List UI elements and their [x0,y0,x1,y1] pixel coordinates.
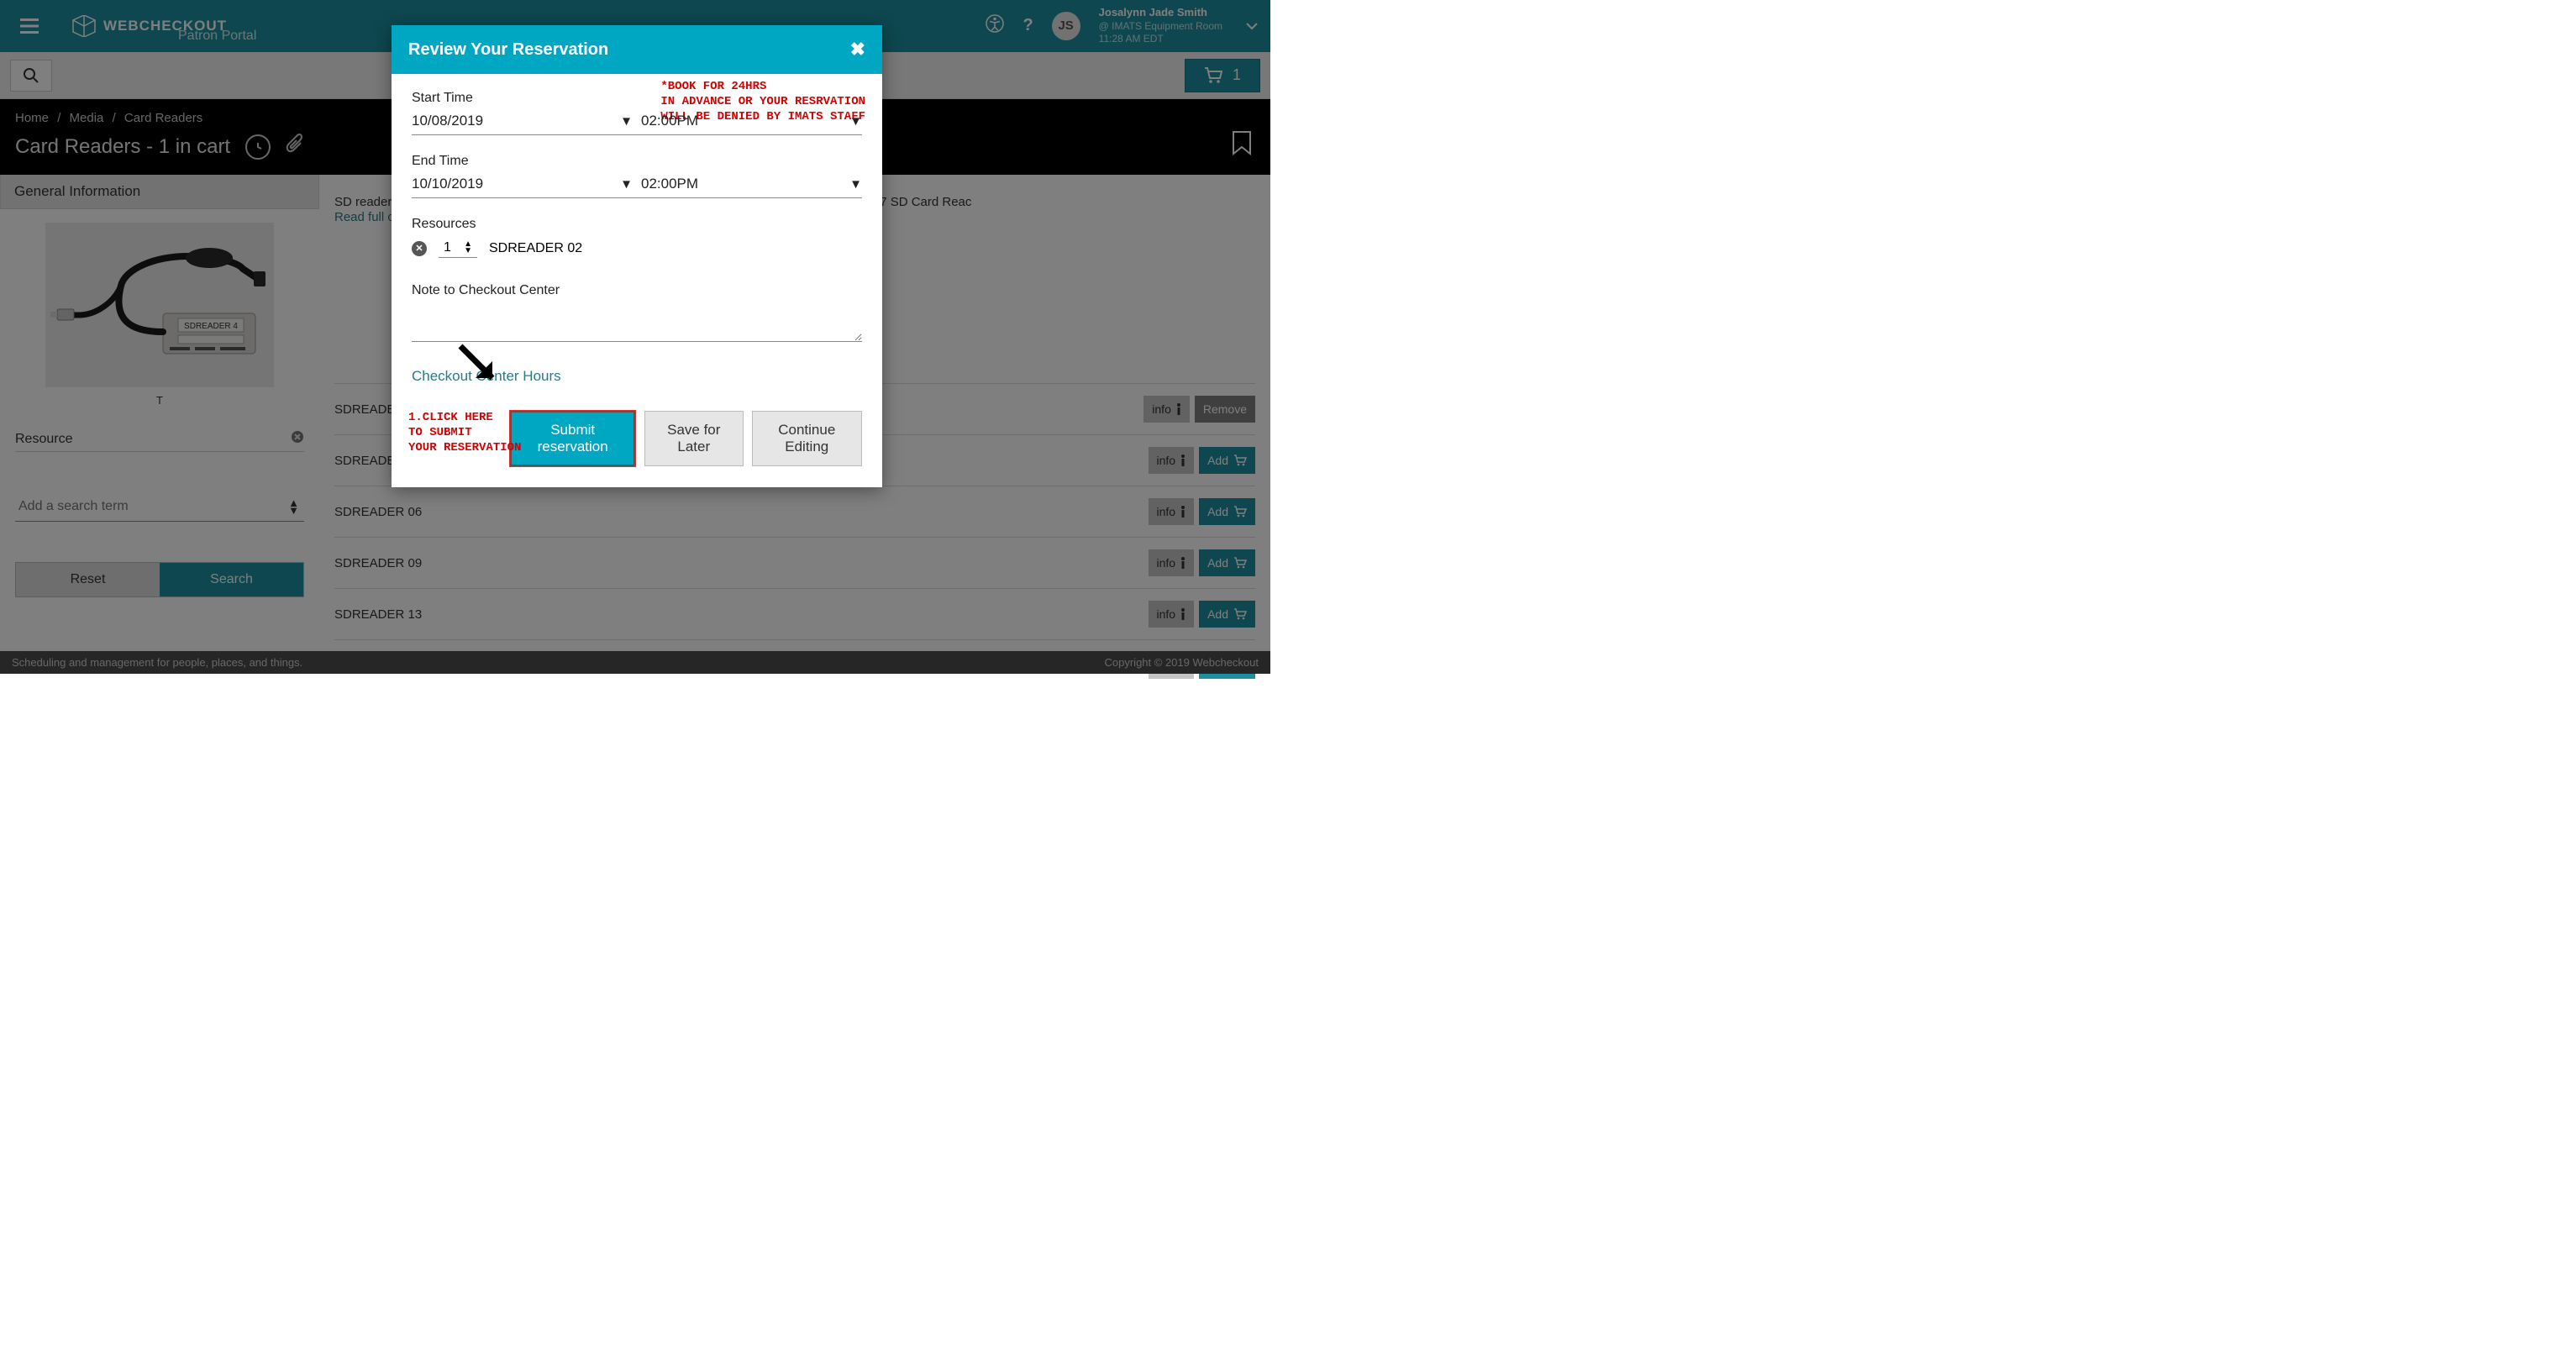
stepper-arrows-icon: ▲▼ [464,241,472,255]
submit-reservation-button[interactable]: Submit reservation [509,410,636,467]
end-time-input[interactable]: 02:00PM▼ [641,176,862,192]
resource-qty-input[interactable]: 1▲▼ [439,239,477,258]
start-time-row: 10/08/2019▼ 02:00PM▼ [412,113,862,135]
resource-name: SDREADER 02 [489,241,582,256]
modal-title: Review Your Reservation [408,40,608,60]
close-icon[interactable]: ✖ [850,39,865,60]
start-date-input[interactable]: 10/08/2019▼ [412,113,633,129]
continue-editing-button[interactable]: Continue Editing [752,411,863,466]
note-textarea[interactable] [412,305,862,342]
resources-label: Resources [412,217,862,232]
end-date-input[interactable]: 10/10/2019▼ [412,176,633,192]
dropdown-icon: ▼ [849,114,862,129]
end-time-label: End Time [412,154,862,169]
save-for-later-button[interactable]: Save for Later [644,411,743,466]
start-time-input[interactable]: 02:00PM▼ [641,113,862,129]
review-reservation-modal: Review Your Reservation ✖ *BOOK FOR 24HR… [392,25,882,487]
modal-footer: 1.CLICK HERE TO SUBMIT YOUR RESERVATION … [392,402,882,487]
dropdown-icon: ▼ [620,177,633,192]
annotation-click-here: 1.CLICK HERE TO SUBMIT YOUR RESERVATION [408,410,521,456]
dropdown-icon: ▼ [849,177,862,192]
modal-header: Review Your Reservation ✖ [392,25,882,74]
annotation-arrow-icon [454,339,504,390]
note-label: Note to Checkout Center [412,283,862,298]
dropdown-icon: ▼ [620,114,633,129]
end-time-row: 10/10/2019▼ 02:00PM▼ [412,176,862,198]
resource-item-row: ✕ 1▲▼ SDREADER 02 [412,239,862,258]
remove-resource-icon[interactable]: ✕ [412,241,427,256]
